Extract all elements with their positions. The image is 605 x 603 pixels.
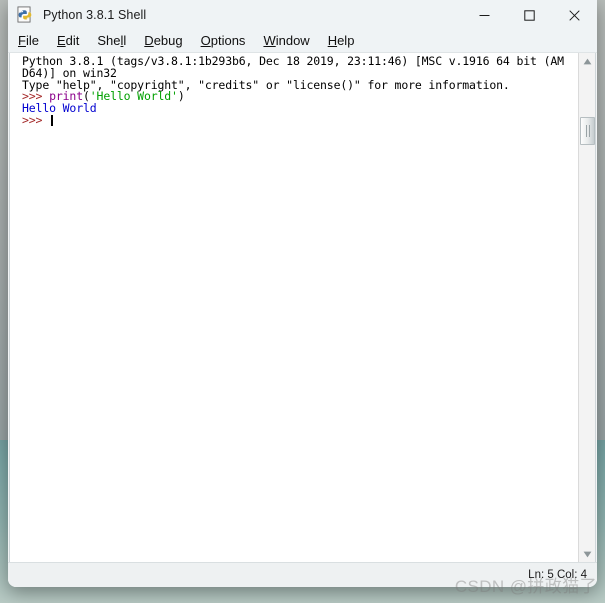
menu-item-options[interactable]: Options	[201, 33, 246, 49]
menu-item-help[interactable]: Help	[328, 33, 355, 49]
menu-bar: File Edit Shell Debug Options Window Hel…	[8, 30, 597, 53]
console-token-prompt: >>>	[22, 112, 50, 127]
python-idle-icon	[16, 6, 34, 24]
console-line: Hello World	[22, 102, 578, 115]
vertical-scrollbar[interactable]	[578, 53, 595, 562]
minimize-button[interactable]	[462, 0, 507, 30]
console-line: >>> print('Hello World')	[22, 89, 578, 104]
console-area: Python 3.8.1 (tags/v3.8.1:1b293b6, Dec 1…	[9, 53, 596, 562]
window-title: Python 3.8.1 Shell	[43, 8, 147, 22]
text-cursor	[51, 114, 54, 126]
close-button[interactable]	[552, 0, 597, 30]
menu-item-edit[interactable]: Edit	[57, 33, 79, 49]
cursor-position-status: Ln: 5 Col: 4	[528, 569, 587, 581]
menu-item-window[interactable]: Window	[263, 33, 309, 49]
menu-item-debug[interactable]: Debug	[144, 33, 182, 49]
title-bar[interactable]: Python 3.8.1 Shell	[8, 0, 597, 30]
python-shell-window: Python 3.8.1 Shell File Edit Shell Debug…	[8, 0, 597, 587]
shell-output-text[interactable]: Python 3.8.1 (tags/v3.8.1:1b293b6, Dec 1…	[10, 53, 578, 562]
menu-item-shell[interactable]: Shell	[97, 33, 126, 49]
scrollbar-track[interactable]	[579, 69, 595, 546]
menu-item-file[interactable]: File	[18, 33, 39, 49]
scroll-down-arrow-icon[interactable]	[579, 546, 595, 562]
maximize-button[interactable]	[507, 0, 552, 30]
window-controls	[462, 0, 597, 30]
status-bar: Ln: 5 Col: 4	[8, 562, 597, 587]
scroll-up-arrow-icon[interactable]	[579, 53, 595, 69]
console-line: >>>	[22, 112, 578, 127]
scrollbar-thumb[interactable]	[580, 117, 595, 145]
console-token-plain: )	[177, 89, 185, 104]
console-token-string: 'Hello World'	[89, 89, 178, 104]
